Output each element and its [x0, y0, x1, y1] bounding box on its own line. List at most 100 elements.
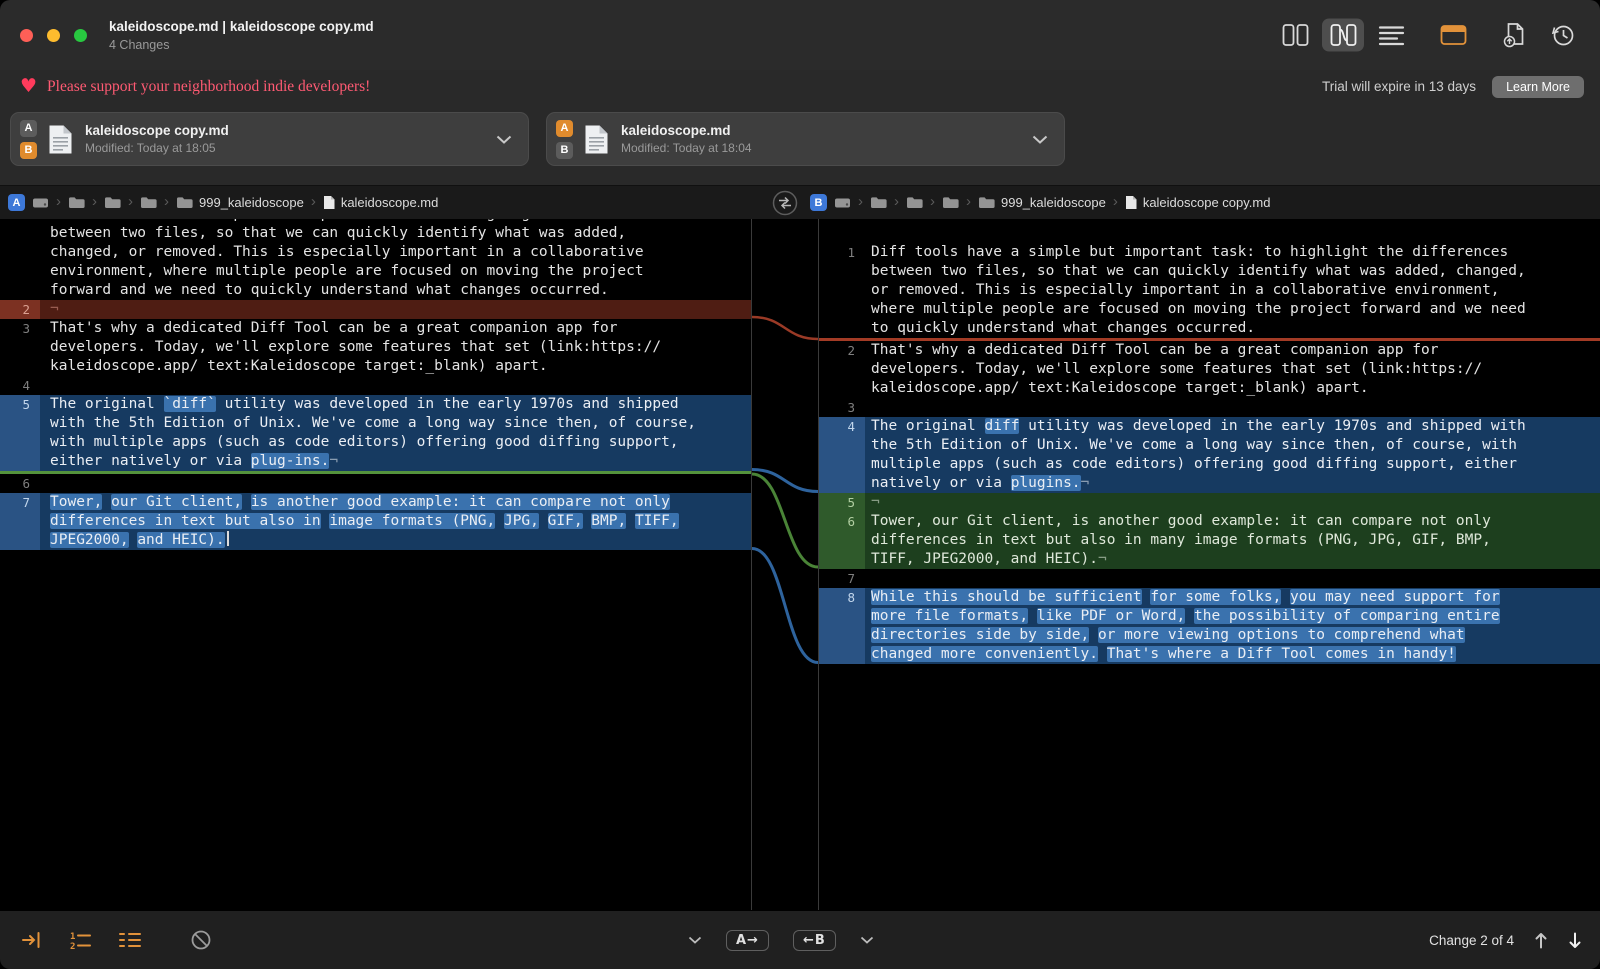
- diff-row[interactable]: 6Tower, our Git client, is another good …: [819, 512, 1600, 569]
- document-arrow-icon: [1502, 22, 1528, 48]
- trial-info: Trial will expire in 13 days Learn More: [1322, 76, 1584, 98]
- breadcrumb-separator: ›: [128, 194, 133, 211]
- jump-to-change-button[interactable]: [20, 930, 42, 950]
- diff-row[interactable]: 3That's why a dedicated Diff Tool can be…: [0, 319, 751, 376]
- diff-text: Diff tools have a simple but important t…: [865, 243, 1600, 338]
- breadcrumb-left: A › › › › 999_kaleidoscope › kaleidoscop…: [8, 186, 438, 219]
- view-fluid-button[interactable]: [1322, 19, 1364, 52]
- window-title-group: kaleidoscope.md | kaleidoscope copy.md 4…: [109, 19, 374, 52]
- pane-a[interactable]: Diff tools have a simple but important t…: [0, 219, 752, 910]
- diff-content: Diff tools have a simple but important t…: [0, 219, 1600, 910]
- line-number: 2: [819, 341, 865, 398]
- line-number: 4: [819, 417, 865, 493]
- zoom-button[interactable]: [74, 29, 87, 42]
- folder-icon: [176, 196, 193, 209]
- change-connector: [752, 549, 818, 663]
- diff-row[interactable]: 7: [819, 569, 1600, 588]
- diff-row[interactable]: Diff tools have a simple but important t…: [0, 219, 751, 300]
- merge-b-to-a-button[interactable]: ←B: [793, 930, 836, 951]
- diff-text: The original `diff` utility was develope…: [40, 395, 751, 471]
- diff-row[interactable]: 7Tower, our Git client, is another good …: [0, 493, 751, 550]
- diff-row[interactable]: 6: [0, 474, 751, 493]
- next-change-button[interactable]: [1568, 931, 1582, 950]
- view-unified-button[interactable]: [1370, 19, 1412, 52]
- trial-expiry-text: Trial will expire in 13 days: [1322, 79, 1476, 94]
- folder-icon[interactable]: [68, 196, 85, 209]
- folder-icon[interactable]: [140, 196, 157, 209]
- diff-text: Tower, our Git client, is another good e…: [865, 512, 1600, 569]
- file-modified: Modified: Today at 18:05: [85, 141, 229, 155]
- diff-row[interactable]: 2¬: [0, 300, 751, 319]
- diff-row[interactable]: 1Diff tools have a simple but important …: [819, 243, 1600, 338]
- view-reviews-button[interactable]: [1432, 19, 1474, 52]
- breadcrumb-separator: ›: [930, 194, 935, 211]
- folder-label: 999_kaleidoscope: [199, 195, 304, 210]
- learn-more-button[interactable]: Learn More: [1492, 76, 1584, 98]
- drive-icon[interactable]: [834, 196, 851, 210]
- chevron-down-icon[interactable]: [496, 135, 512, 144]
- pane-b[interactable]: 1Diff tools have a simple but important …: [818, 219, 1600, 910]
- line-numbers-button[interactable]: 12: [68, 930, 92, 950]
- breadcrumb-separator: ›: [56, 194, 61, 211]
- change-list-button[interactable]: [118, 930, 142, 950]
- close-button[interactable]: [20, 29, 33, 42]
- diff-row[interactable]: 5The original `diff` utility was develop…: [0, 395, 751, 471]
- folder-label: 999_kaleidoscope: [1001, 195, 1106, 210]
- diff-row[interactable]: 4The original diff utility was developed…: [819, 417, 1600, 493]
- breadcrumb-folder[interactable]: 999_kaleidoscope: [978, 195, 1106, 210]
- diff-row[interactable]: 3: [819, 398, 1600, 417]
- history-clock-icon: [1550, 23, 1576, 47]
- ignore-changes-button[interactable]: [190, 929, 212, 951]
- breadcrumb-separator: ›: [164, 194, 169, 211]
- file-modified: Modified: Today at 18:04: [621, 141, 752, 155]
- file-label: kaleidoscope.md: [341, 195, 439, 210]
- folder-icon[interactable]: [104, 196, 121, 209]
- swap-icon: [772, 190, 798, 216]
- file-label: kaleidoscope copy.md: [1143, 195, 1271, 210]
- merge-b-options-chevron[interactable]: [860, 936, 874, 944]
- folder-icon[interactable]: [942, 196, 959, 209]
- text-caret: [227, 531, 229, 546]
- breadcrumb-file[interactable]: kaleidoscope.md: [323, 195, 439, 210]
- kaleidoscope-window: kaleidoscope.md | kaleidoscope copy.md 4…: [0, 0, 1600, 969]
- pane-a-badge: A: [8, 194, 25, 211]
- breadcrumb-separator: ›: [1113, 194, 1118, 211]
- diff-row[interactable]: 5¬: [819, 493, 1600, 512]
- drive-icon[interactable]: [32, 196, 49, 210]
- change-connector: [752, 470, 818, 492]
- document-icon: [48, 124, 73, 155]
- badge-a: A: [20, 120, 37, 137]
- file-icon: [1125, 195, 1137, 210]
- minimize-button[interactable]: [47, 29, 60, 42]
- arrow-up-icon: [1534, 931, 1548, 950]
- file-selector-right[interactable]: A B kaleidoscope.md Modified: Today at 1…: [546, 112, 1065, 166]
- reviews-icon: [1440, 24, 1467, 47]
- previous-change-button[interactable]: [1534, 931, 1548, 950]
- diff-text: ¬: [40, 300, 751, 319]
- breadcrumb-folder[interactable]: 999_kaleidoscope: [176, 195, 304, 210]
- swap-files-button[interactable]: [772, 190, 798, 216]
- merge-a-to-b-button[interactable]: A→: [726, 930, 769, 951]
- line-number: 4: [0, 376, 40, 395]
- two-pane-icon: [1282, 24, 1309, 47]
- line-number: 6: [819, 512, 865, 569]
- file-selector-left[interactable]: A B kaleidoscope copy.md Modified: Today…: [10, 112, 529, 166]
- diff-row[interactable]: 2That's why a dedicated Diff Tool can be…: [819, 341, 1600, 398]
- file-history-button[interactable]: [1542, 19, 1584, 52]
- unified-view-icon: [1378, 24, 1405, 47]
- folder-icon[interactable]: [870, 196, 887, 209]
- diff-row[interactable]: 8While this should be sufficient for som…: [819, 588, 1600, 664]
- breadcrumb-file[interactable]: kaleidoscope copy.md: [1125, 195, 1271, 210]
- chevron-down-icon[interactable]: [1032, 135, 1048, 144]
- document-icon: [584, 124, 609, 155]
- file-shelf-button[interactable]: [1494, 19, 1536, 52]
- folder-icon[interactable]: [906, 196, 923, 209]
- merge-a-options-chevron[interactable]: [688, 936, 702, 944]
- folder-icon: [978, 196, 995, 209]
- pane-b-badge: B: [810, 194, 827, 211]
- line-number: 7: [0, 493, 40, 550]
- diff-row[interactable]: 4: [0, 376, 751, 395]
- view-two-up-button[interactable]: [1274, 19, 1316, 52]
- chevron-down-icon: [688, 936, 702, 944]
- traffic-lights: [20, 29, 87, 42]
